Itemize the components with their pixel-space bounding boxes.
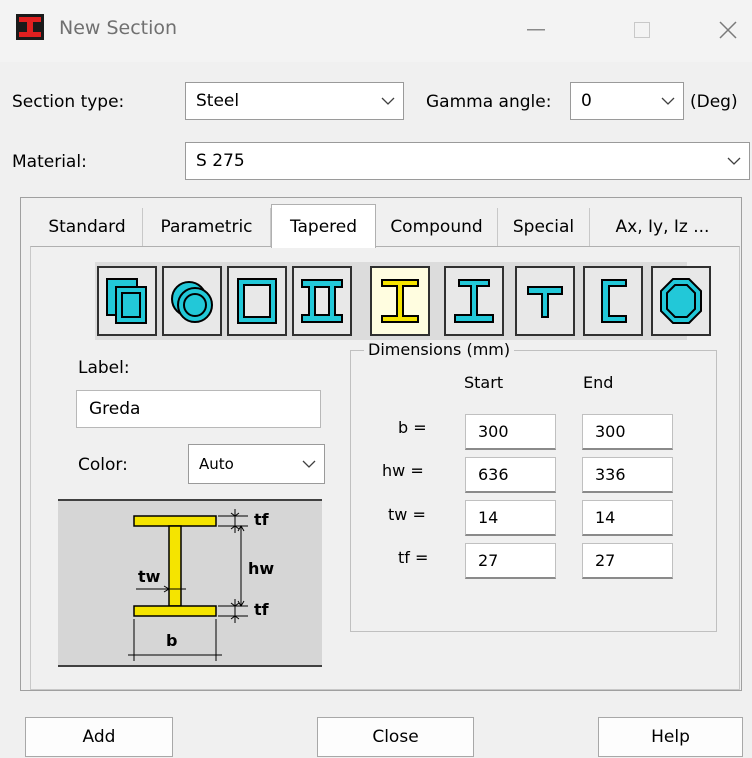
dim-b-start-input[interactable]: 300	[465, 414, 556, 450]
tab-ax-iy-iz[interactable]: Ax, Iy, Iz ...	[590, 208, 735, 246]
chevron-down-icon	[294, 460, 324, 469]
i-section-dimension-drawing	[128, 509, 248, 661]
tab-standard[interactable]: Standard	[32, 208, 143, 246]
end-column-header: End	[583, 373, 614, 392]
i-section-icon	[381, 279, 419, 323]
color-field-label: Color:	[78, 455, 128, 475]
tab-parametric[interactable]: Parametric	[143, 208, 271, 246]
material-select[interactable]: S 275	[185, 142, 750, 180]
color-select[interactable]: Auto	[188, 444, 325, 484]
minimize-button[interactable]	[516, 10, 556, 50]
shape-button-box[interactable]	[227, 266, 287, 336]
shape-button-channel[interactable]	[583, 266, 643, 336]
dim-b-end-input[interactable]: 300	[582, 414, 673, 450]
tab-special[interactable]: Special	[498, 208, 590, 246]
section-type-value: Steel	[196, 91, 240, 111]
i-section-diagram: tf hw tf tw b	[58, 499, 322, 667]
chevron-down-icon	[373, 97, 403, 106]
t-section-icon	[527, 286, 563, 318]
gamma-angle-label: Gamma angle:	[426, 92, 552, 112]
dim-label-hw: hw =	[382, 461, 424, 480]
label-input[interactable]: Greda	[76, 390, 321, 428]
shape-button-t-section[interactable]	[515, 266, 575, 336]
maximize-button[interactable]	[622, 10, 662, 50]
octagon-section-icon	[660, 278, 702, 324]
dim-hw-end-input[interactable]: 336	[582, 457, 673, 493]
box-section-icon	[237, 278, 277, 324]
tab-compound[interactable]: Compound	[376, 208, 498, 246]
gamma-angle-select[interactable]: 0	[570, 82, 684, 120]
window-title: New Section	[59, 17, 178, 39]
chevron-down-icon	[719, 157, 749, 166]
close-button[interactable]	[708, 10, 748, 50]
add-button[interactable]: Add	[25, 717, 173, 757]
dim-tw-end-input[interactable]: 14	[582, 500, 673, 536]
close-icon	[719, 21, 737, 39]
b-label: b	[166, 631, 178, 650]
shape-button-rect-hollow[interactable]	[97, 266, 157, 336]
gamma-angle-unit: (Deg)	[690, 92, 738, 112]
tw-label: tw	[138, 567, 161, 586]
section-type-select[interactable]: Steel	[185, 82, 404, 120]
start-column-header: Start	[464, 373, 504, 392]
circular-hollow-section-icon	[171, 281, 213, 323]
color-value: Auto	[199, 455, 234, 473]
dim-label-tw: tw =	[388, 505, 426, 524]
dim-tf-start-input[interactable]: 27	[465, 543, 556, 579]
maximize-icon	[634, 22, 650, 38]
dimensions-title: Dimensions (mm)	[364, 340, 515, 359]
app-i-beam-icon	[16, 14, 44, 40]
gamma-angle-value: 0	[581, 91, 592, 111]
shape-button-octagon[interactable]	[651, 266, 711, 336]
chevron-down-icon	[653, 97, 683, 106]
material-value: S 275	[196, 151, 245, 171]
shape-button-circular-hollow[interactable]	[162, 266, 222, 336]
tf-top-label: tf	[254, 510, 269, 529]
rect-hollow-section-icon	[106, 278, 147, 324]
tab-tapered[interactable]: Tapered	[271, 204, 376, 248]
double-i-box-section-icon	[301, 279, 343, 323]
dim-tw-start-input[interactable]: 14	[465, 500, 556, 536]
shape-button-unsymmetric-i[interactable]	[444, 266, 504, 336]
tf-bottom-label: tf	[254, 600, 269, 619]
unsymmetric-i-section-icon	[454, 279, 494, 323]
help-button[interactable]: Help	[598, 717, 743, 757]
dim-label-b: b =	[398, 418, 427, 437]
close-button-bottom[interactable]: Close	[317, 717, 474, 757]
label-field-label: Label:	[78, 358, 130, 378]
hw-label: hw	[248, 559, 275, 578]
channel-section-icon	[601, 279, 627, 323]
dim-tf-end-input[interactable]: 27	[582, 543, 673, 579]
shape-button-double-i[interactable]	[292, 266, 352, 336]
dim-label-tf: tf =	[398, 548, 429, 567]
section-type-label: Section type:	[12, 92, 125, 112]
dim-hw-start-input[interactable]: 636	[465, 457, 556, 493]
shape-button-i-section[interactable]	[370, 266, 430, 336]
material-label: Material:	[12, 152, 87, 172]
minimize-icon	[527, 29, 545, 31]
